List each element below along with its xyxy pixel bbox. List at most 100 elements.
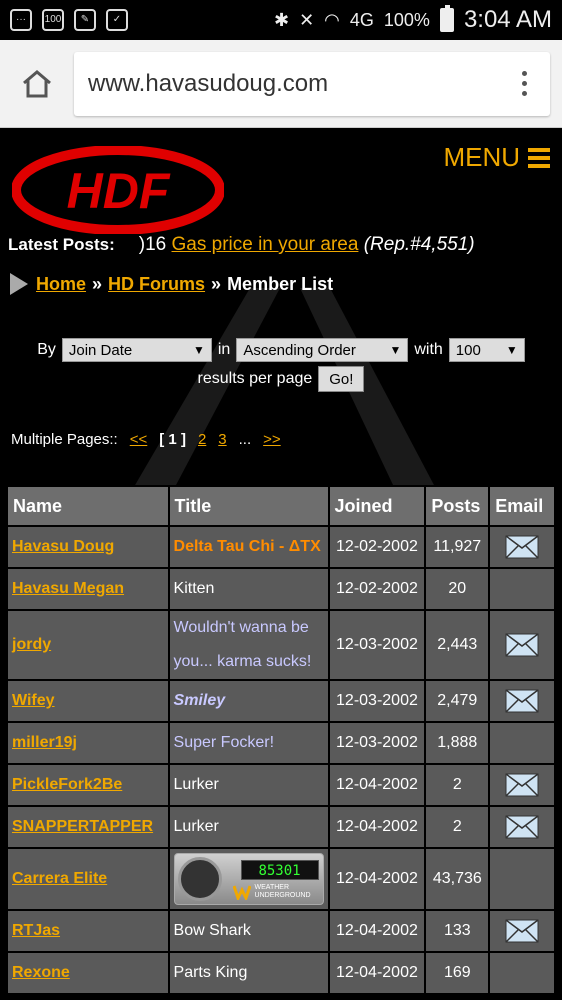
ticker-link[interactable]: Gas price in your area (172, 234, 359, 255)
member-joined: 12-02-2002 (327, 525, 427, 569)
member-name-cell: Carrera Elite (6, 847, 170, 911)
table-row: RTJas Bow Shark 12-04-2002 133 (6, 909, 556, 953)
member-joined: 12-03-2002 (327, 609, 427, 681)
member-posts: 20 (424, 567, 491, 611)
member-link[interactable]: jordy (12, 636, 51, 653)
email-icon[interactable] (505, 689, 539, 713)
member-email-cell (488, 805, 556, 849)
url-bar[interactable]: www.havasudoug.com (74, 51, 550, 116)
member-name-cell: Wifey (6, 679, 170, 723)
home-button[interactable] (12, 59, 62, 109)
member-email-cell (488, 951, 556, 995)
member-posts: 43,736 (424, 847, 491, 911)
member-link[interactable]: Rexone (12, 964, 70, 981)
signal-text: 4G (349, 9, 374, 30)
breadcrumb-forums[interactable]: HD Forums (108, 274, 205, 295)
weather-underground-logo (232, 885, 251, 900)
member-name-cell: Rexone (6, 951, 170, 995)
sort-field-select[interactable]: Join Date ▼ (61, 338, 212, 362)
breadcrumb-home[interactable]: Home (36, 274, 86, 295)
member-posts: 11,927 (424, 525, 491, 569)
weather-widget[interactable]: 85301 WEATHER UNDERGROUND (173, 853, 324, 905)
member-title: Wouldn't wanna be you... karma sucks! (167, 609, 330, 681)
sort-form: By Join Date ▼ in Ascending Order ▼ with… (0, 338, 562, 392)
column-header-name[interactable]: Name (6, 485, 170, 527)
member-link[interactable]: PickleFork2Be (12, 776, 122, 793)
column-header-posts[interactable]: Posts (424, 485, 491, 527)
member-joined: 12-02-2002 (327, 567, 427, 611)
member-link[interactable]: RTJas (12, 922, 60, 939)
hdf-logo[interactable]: HDF (12, 146, 224, 234)
menu-button[interactable]: MENU (443, 142, 550, 173)
dropdown-arrow-icon: ▼ (389, 343, 402, 357)
breadcrumb: Home » HD Forums » Member List (10, 273, 333, 295)
browser-toolbar: www.havasudoug.com (0, 40, 562, 128)
member-title: Delta Tau Chi - ΔTX (167, 525, 330, 569)
results-count-select[interactable]: 100 ▼ (448, 338, 525, 362)
column-header-title: Title (167, 485, 330, 527)
member-title: Kitten (167, 567, 330, 611)
column-header-email: Email (488, 485, 556, 527)
email-icon[interactable] (505, 773, 539, 797)
sort-order-select[interactable]: Ascending Order ▼ (236, 338, 409, 362)
email-icon[interactable] (505, 919, 539, 943)
url-text: www.havasudoug.com (88, 69, 329, 97)
member-link[interactable]: Wifey (12, 692, 55, 709)
member-title: Lurker (167, 805, 330, 849)
email-icon[interactable] (505, 633, 539, 657)
member-name-cell: jordy (6, 609, 170, 681)
member-email-cell (488, 609, 556, 681)
battery-icon (439, 5, 454, 32)
page-3-link[interactable]: 3 (218, 431, 226, 448)
member-posts: 1,888 (424, 721, 491, 765)
member-link[interactable]: Carrera Elite (12, 870, 107, 887)
latest-posts-label: Latest Posts: (8, 235, 115, 254)
member-link[interactable]: Havasu Megan (12, 580, 124, 597)
member-link[interactable]: SNAPPERTAPPER (12, 818, 153, 835)
sort-with-label: with (414, 341, 443, 358)
web-page: HDF MENU Latest Posts: )16 Gas price in … (0, 128, 562, 1000)
breadcrumb-current: Member List (227, 273, 334, 294)
member-email-cell (488, 721, 556, 765)
table-row: Wifey Smiley 12-03-2002 2,479 (6, 679, 556, 723)
weather-brand: WEATHER UNDERGROUND (254, 884, 311, 899)
member-title: Parts King (167, 951, 330, 995)
table-header-row: Name Title Joined Posts Email (6, 485, 556, 527)
hamburger-icon (528, 147, 550, 168)
member-email-cell (488, 763, 556, 807)
email-icon[interactable] (505, 535, 539, 559)
column-header-joined[interactable]: Joined (327, 485, 427, 527)
member-link[interactable]: miller19j (12, 734, 77, 751)
dropdown-arrow-icon: ▼ (505, 343, 518, 357)
battery-percent: 100% (383, 9, 430, 30)
member-link[interactable]: Havasu Doug (12, 538, 114, 555)
page-2-link[interactable]: 2 (198, 431, 206, 448)
clock: 3:04 AM (463, 6, 552, 33)
breadcrumb-separator: » (211, 273, 222, 294)
table-row: jordy Wouldn't wanna be you... karma suc… (6, 609, 556, 681)
go-button[interactable]: Go! (318, 366, 365, 392)
member-email-cell (488, 847, 556, 911)
page-first-link[interactable]: << (130, 431, 148, 448)
member-title: Lurker (167, 763, 330, 807)
wifi-icon: ◠ (324, 9, 340, 30)
table-row: Havasu Megan Kitten 12-02-2002 20 (6, 567, 556, 611)
mute-icon: ✕ (299, 9, 315, 30)
member-name-cell: PickleFork2Be (6, 763, 170, 807)
member-joined: 12-04-2002 (327, 805, 427, 849)
member-joined: 12-04-2002 (327, 763, 427, 807)
table-row: Carrera Elite 85301 WEATHER UNDERGROUND … (6, 847, 556, 911)
member-email-cell (488, 679, 556, 723)
overflow-menu-icon[interactable] (512, 71, 536, 96)
pagination: Multiple Pages:: << [ 1 ] 2 3 ... >> (11, 431, 281, 448)
member-joined: 12-04-2002 (327, 847, 427, 911)
email-icon[interactable] (505, 815, 539, 839)
page-last-link[interactable]: >> (263, 431, 281, 448)
gauge-icon (177, 857, 222, 901)
latest-posts-ticker: Latest Posts: )16 Gas price in your area… (8, 234, 493, 256)
clipboard-icon: ✓ (106, 9, 128, 31)
member-posts: 2,479 (424, 679, 491, 723)
notification-icon: 100 (42, 9, 64, 31)
sort-field-value: Join Date (68, 341, 133, 359)
member-joined: 12-03-2002 (327, 721, 427, 765)
